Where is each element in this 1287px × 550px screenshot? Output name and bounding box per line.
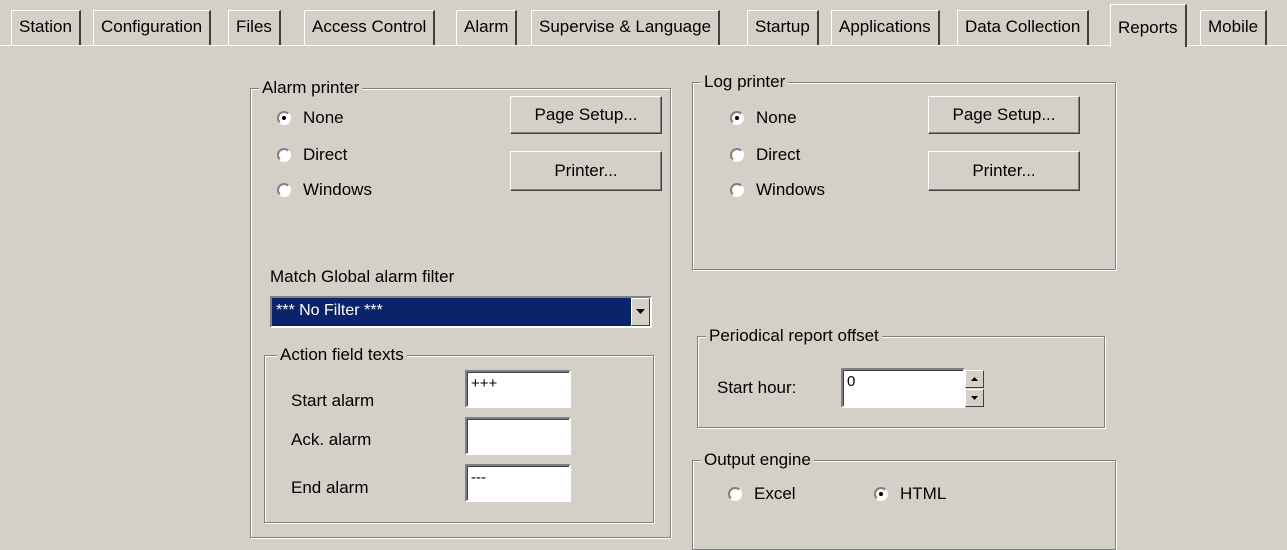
output-engine-title: Output engine <box>701 450 814 470</box>
radio-label: Direct <box>303 145 348 164</box>
tab-supervise-language[interactable]: Supervise & Language <box>531 10 721 45</box>
start-alarm-label: Start alarm <box>291 391 375 410</box>
radio-icon <box>728 487 742 501</box>
tab-alarm[interactable]: Alarm <box>456 10 518 45</box>
tab-data-collection[interactable]: Data Collection <box>957 10 1090 45</box>
tab-configuration[interactable]: Configuration <box>93 10 212 45</box>
filter-label: Match Global alarm filter <box>270 267 455 286</box>
output-excel-radio[interactable]: Excel <box>728 484 796 504</box>
log-printer-windows-radio[interactable]: Windows <box>730 180 825 200</box>
alarm-printer-direct-radio[interactable]: Direct <box>277 145 347 165</box>
tab-mobile[interactable]: Mobile <box>1200 10 1268 45</box>
tab-files[interactable]: Files <box>228 10 281 45</box>
chevron-down-icon[interactable] <box>631 298 650 326</box>
end-alarm-label: End alarm <box>291 478 369 497</box>
radio-label: Windows <box>303 180 372 199</box>
alarm-printer-title: Alarm printer <box>259 78 363 98</box>
radio-label: None <box>303 108 344 127</box>
ack-alarm-label: Ack. alarm <box>291 430 372 449</box>
radio-selected-icon <box>874 487 888 501</box>
start-hour-label: Start hour: <box>717 378 797 397</box>
tab-station[interactable]: Station <box>11 10 81 45</box>
radio-label: None <box>756 108 797 127</box>
alarm-printer-windows-radio[interactable]: Windows <box>277 180 372 200</box>
radio-label: Windows <box>756 180 825 199</box>
tab-applications[interactable]: Applications <box>831 10 940 45</box>
radio-label: Direct <box>756 145 801 164</box>
radio-selected-icon <box>277 111 291 125</box>
radio-icon <box>730 183 744 197</box>
log-printer-title: Log printer <box>701 72 789 92</box>
periodical-report-title: Periodical report offset <box>706 326 882 346</box>
log-page-setup-button[interactable]: Page Setup... <box>928 96 1080 134</box>
spin-down-icon[interactable] <box>965 389 984 407</box>
action-field-texts-title: Action field texts <box>277 345 407 365</box>
tab-reports[interactable]: Reports <box>1110 4 1187 47</box>
output-html-radio[interactable]: HTML <box>874 484 946 504</box>
start-hour-field[interactable]: 0 <box>841 368 965 408</box>
alarm-filter-dropdown[interactable]: *** No Filter *** <box>270 296 652 328</box>
log-printer-direct-radio[interactable]: Direct <box>730 145 800 165</box>
radio-icon <box>277 148 291 162</box>
radio-label: Excel <box>754 484 796 503</box>
start-alarm-field[interactable]: +++ <box>465 370 571 408</box>
end-alarm-field[interactable]: --- <box>465 464 571 502</box>
tab-strip: Station Configuration Files Access Contr… <box>0 0 1287 47</box>
output-engine-group: Output engine <box>692 450 1116 550</box>
log-printer-none-radio[interactable]: None <box>730 108 797 128</box>
radio-label: HTML <box>900 484 947 503</box>
radio-icon <box>730 148 744 162</box>
alarm-page-setup-button[interactable]: Page Setup... <box>510 96 662 134</box>
tab-strip-baseline <box>0 45 1287 46</box>
radio-icon <box>277 183 291 197</box>
alarm-filter-value: *** No Filter *** <box>276 302 383 319</box>
spin-up-icon[interactable] <box>965 370 984 388</box>
log-printer-button[interactable]: Printer... <box>928 151 1080 191</box>
alarm-printer-button[interactable]: Printer... <box>510 151 662 191</box>
tab-startup[interactable]: Startup <box>747 10 819 45</box>
tab-access-control[interactable]: Access Control <box>304 10 436 45</box>
alarm-printer-none-radio[interactable]: None <box>277 108 344 128</box>
ack-alarm-field[interactable] <box>465 417 571 455</box>
radio-selected-icon <box>730 111 744 125</box>
